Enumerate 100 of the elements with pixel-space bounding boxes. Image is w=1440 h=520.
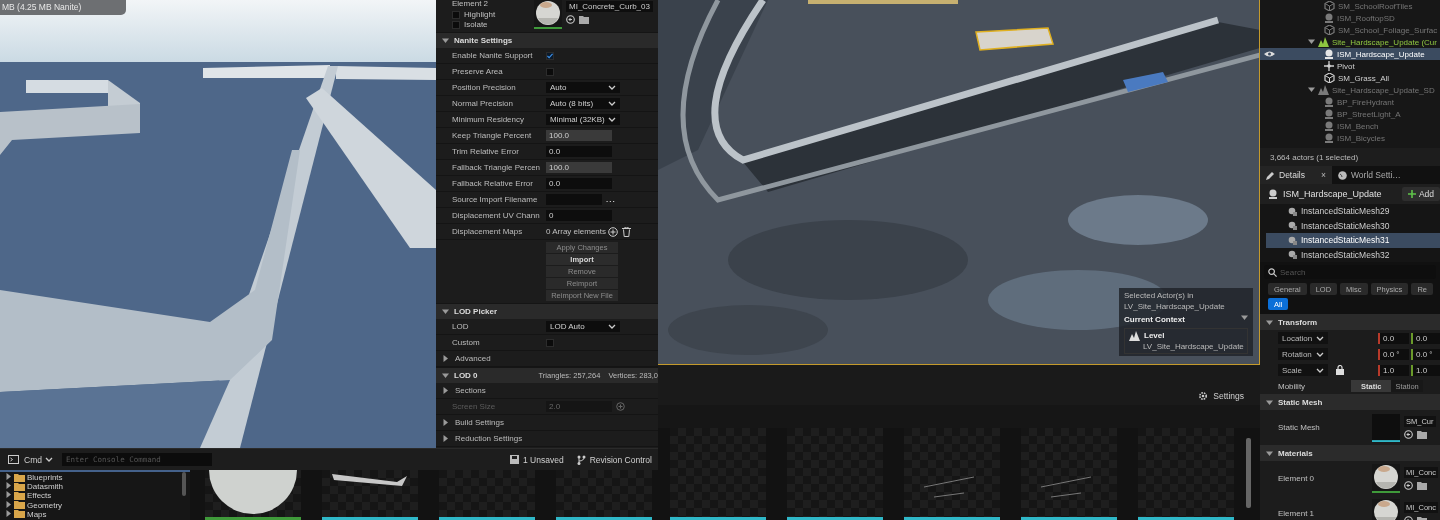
dropdown[interactable]: Minimal (32KB) [546, 114, 620, 125]
disclosure-triangle-icon[interactable] [442, 372, 449, 379]
disclosure-triangle-icon[interactable] [442, 419, 449, 426]
y-value-field[interactable]: 0.0 ° [1411, 348, 1440, 360]
outliner-row[interactable]: ISM_RooftopSD [1260, 12, 1440, 24]
section-title[interactable]: LOD Picker [454, 307, 498, 316]
disclosure-triangle-icon[interactable] [442, 387, 449, 394]
disclosure-triangle-icon[interactable] [1308, 37, 1315, 45]
outliner-row[interactable]: ISM_Bicycles [1260, 132, 1440, 144]
asset-thumbnail[interactable] [670, 428, 766, 520]
disclosure-triangle-icon[interactable] [442, 435, 449, 442]
number-field[interactable]: 0.0 [546, 178, 612, 189]
add-button[interactable]: Add [1401, 187, 1440, 201]
dropdown[interactable]: Auto [546, 82, 620, 93]
folder-item[interactable]: Effects [0, 491, 190, 501]
disclosure-triangle-icon[interactable] [1241, 314, 1248, 321]
folder-item[interactable]: Maps [0, 509, 190, 519]
search-field[interactable]: Search [1264, 265, 1436, 279]
asset-thumbnail[interactable] [439, 470, 535, 520]
outliner-row[interactable]: Site_Hardscape_Update_SD [1260, 84, 1440, 96]
asset-thumbnail[interactable] [1021, 428, 1117, 520]
level-dropdown[interactable]: LV_Site_Hardscape_Update [1143, 341, 1244, 352]
material-thumbnail[interactable] [534, 0, 562, 29]
disclosure-triangle-icon[interactable] [1266, 318, 1273, 326]
material-name[interactable]: MI_Concrete_Curb_03 [566, 1, 653, 12]
scrollbar[interactable] [1246, 438, 1251, 508]
checkbox[interactable] [546, 338, 554, 347]
number-field[interactable]: 0.0 [546, 146, 612, 157]
disclosure-triangle-icon[interactable] [1266, 449, 1273, 457]
y-value-field[interactable]: 1.0 [1411, 364, 1440, 376]
outliner-row[interactable]: Site_Hardscape_Update (Cur [1260, 36, 1440, 48]
outliner-row[interactable]: Pivot [1260, 60, 1440, 72]
outliner-row[interactable]: SM_SchoolRoofTiles [1260, 0, 1440, 12]
folder-item[interactable]: Blueprints [0, 473, 190, 483]
y-value-field[interactable]: 0.0 [1411, 332, 1440, 344]
checkbox[interactable] [546, 67, 554, 76]
dropdown[interactable]: LOD Auto [546, 321, 620, 332]
section-title[interactable]: Static Mesh [1278, 397, 1323, 407]
checkbox[interactable] [546, 51, 554, 60]
x-value-field[interactable]: 1.0 [1378, 364, 1409, 376]
eye-icon[interactable] [1264, 51, 1275, 57]
disclosure-triangle-icon[interactable] [1308, 85, 1315, 93]
number-field[interactable]: 0 [546, 210, 612, 221]
use-selected-icon[interactable] [566, 15, 575, 24]
transform-dropdown[interactable]: Location [1278, 332, 1328, 344]
group-label[interactable]: Build Settings [455, 418, 549, 427]
asset-thumbnail[interactable] [322, 470, 418, 520]
use-selected-icon[interactable] [1404, 430, 1413, 439]
group-label[interactable]: Reduction Settings [455, 434, 549, 443]
outliner-row[interactable]: ISM_Bench [1260, 120, 1440, 132]
transform-dropdown[interactable]: Rotation [1278, 348, 1328, 360]
lock-icon[interactable] [1336, 365, 1344, 375]
browse-folder-icon[interactable] [1417, 481, 1427, 490]
panel-tab[interactable]: Details × [1260, 166, 1332, 184]
group-label[interactable]: Advanced [455, 354, 549, 363]
disclosure-triangle-icon[interactable] [1266, 398, 1273, 406]
material-thumbnail[interactable] [1372, 499, 1400, 520]
slider-field[interactable]: 100.0 [546, 162, 612, 173]
asset-thumbnail[interactable] [1138, 428, 1234, 520]
asset-thumbnail[interactable] [904, 428, 1000, 520]
slider-field[interactable]: 100.0 [546, 130, 612, 141]
checkbox[interactable] [452, 21, 460, 30]
asset-thumbnail[interactable] [205, 470, 301, 520]
x-value-field[interactable]: 0.0 [1378, 332, 1409, 344]
asset-thumbnail[interactable] [556, 470, 652, 520]
section-title[interactable]: Materials [1278, 448, 1313, 458]
console-mode-dropdown[interactable]: Cmd [24, 454, 53, 465]
disclosure-triangle-icon[interactable] [442, 308, 449, 315]
browse-folder-icon[interactable] [579, 15, 589, 24]
component-item[interactable]: InstancedStaticMesh31 [1266, 233, 1440, 248]
material-thumbnail[interactable] [1372, 464, 1400, 493]
section-title[interactable]: Nanite Settings [454, 36, 513, 45]
browse-button[interactable]: ... [606, 195, 616, 204]
section-title[interactable]: Transform [1278, 317, 1318, 327]
reset-icon[interactable] [616, 402, 625, 411]
add-icon[interactable] [608, 226, 618, 237]
asset-thumbnail[interactable] [787, 428, 883, 520]
outliner-row[interactable]: SM_School_Foliage_Surfac [1260, 24, 1440, 36]
mesh-thumbnail[interactable] [1372, 412, 1400, 443]
trash-icon[interactable] [622, 226, 631, 237]
component-item[interactable]: InstancedStaticMesh32 [1266, 247, 1440, 262]
use-selected-icon[interactable] [1404, 481, 1413, 490]
outliner-row[interactable]: SM_Grass_All [1260, 72, 1440, 84]
disclosure-triangle-icon[interactable] [442, 37, 449, 44]
settings-button[interactable]: Settings [1198, 391, 1244, 401]
unsaved-status[interactable]: 1 Unsaved [523, 454, 564, 465]
section-title[interactable]: LOD 0 [454, 371, 478, 380]
dropdown[interactable]: Auto (8 bits) [546, 98, 620, 109]
outliner-row[interactable]: BP_StreetLight_A [1260, 108, 1440, 120]
folder-item[interactable]: Datasmith [0, 482, 190, 492]
checkbox[interactable] [452, 10, 460, 19]
panel-tab[interactable]: World Setti… [1331, 166, 1407, 184]
component-item[interactable]: InstancedStaticMesh29 [1266, 204, 1440, 219]
disclosure-triangle-icon[interactable] [442, 355, 449, 362]
outliner-row[interactable]: ISM_Hardscape_Update [1260, 48, 1440, 60]
folder-item[interactable]: Geometry [0, 500, 190, 510]
group-label[interactable]: Sections [455, 386, 549, 395]
outliner-row[interactable]: BP_FireHydrant [1260, 96, 1440, 108]
component-item[interactable]: InstancedStaticMesh30 [1266, 218, 1440, 233]
x-value-field[interactable]: 0.0 ° [1378, 348, 1409, 360]
